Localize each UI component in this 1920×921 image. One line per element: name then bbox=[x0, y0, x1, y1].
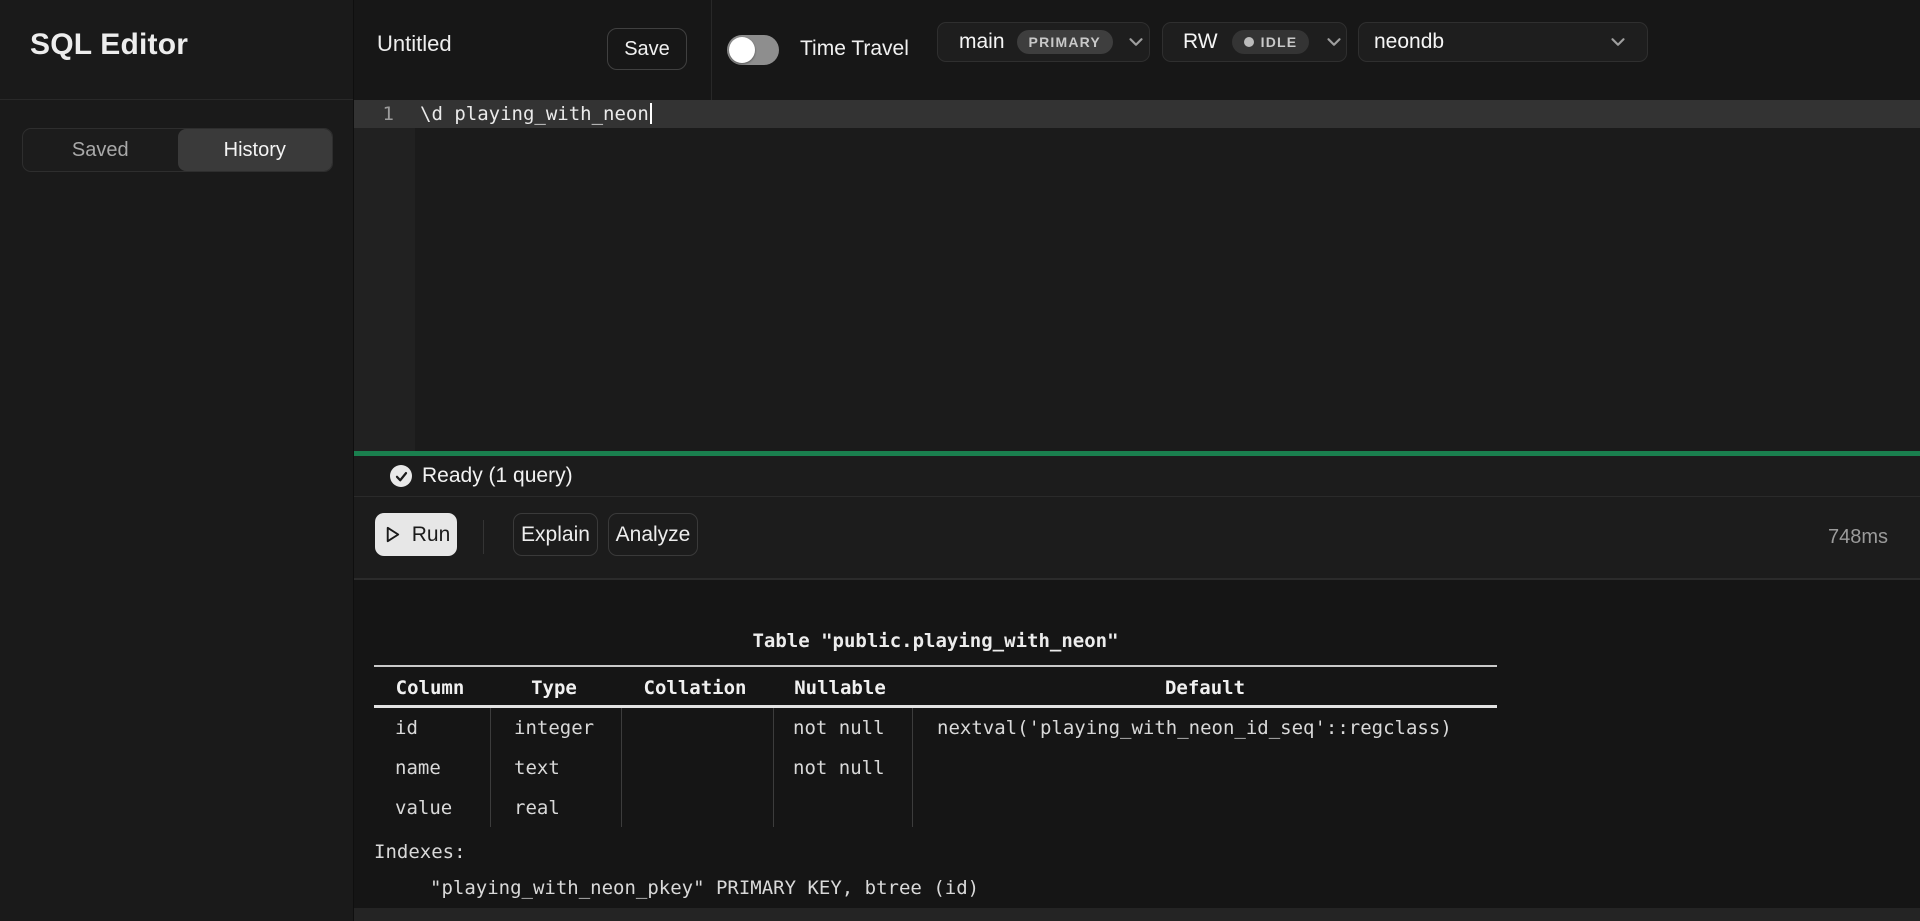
chevron-down-icon bbox=[1607, 31, 1629, 53]
analyze-button[interactable]: Analyze bbox=[608, 513, 698, 556]
time-travel-toggle[interactable] bbox=[727, 35, 779, 65]
table-row: value real bbox=[354, 788, 1497, 828]
cell-type: text bbox=[514, 748, 560, 788]
branch-name: main bbox=[959, 30, 1005, 54]
compute-status-badge: IDLE bbox=[1232, 30, 1310, 54]
indexes-label: Indexes: bbox=[374, 841, 466, 863]
page-title: SQL Editor bbox=[30, 28, 188, 62]
table-row: name text not null bbox=[354, 748, 1497, 788]
sidebar: SQL Editor Saved History bbox=[0, 0, 354, 921]
cell-type: real bbox=[514, 788, 560, 828]
run-button[interactable]: Run bbox=[375, 513, 457, 556]
saved-history-tab-group: Saved History bbox=[22, 128, 333, 172]
database-name: neondb bbox=[1374, 30, 1444, 54]
cell-column: name bbox=[395, 748, 441, 788]
cell-default: nextval('playing_with_neon_id_seq'::regc… bbox=[937, 708, 1452, 748]
run-label: Run bbox=[412, 523, 451, 547]
branch-primary-badge: PRIMARY bbox=[1017, 30, 1113, 54]
column-header-type: Type bbox=[531, 676, 577, 700]
database-selector[interactable]: neondb bbox=[1358, 22, 1648, 62]
compute-name: RW bbox=[1183, 30, 1218, 54]
compute-status-text: IDLE bbox=[1261, 34, 1298, 50]
column-header-nullable: Nullable bbox=[794, 676, 886, 700]
results-scrollbar-track[interactable] bbox=[354, 908, 1920, 921]
statusbar: Ready (1 query) bbox=[354, 456, 1920, 497]
results-panel: Table "public.playing_with_neon" Column … bbox=[354, 580, 1920, 921]
cell-nullable: not null bbox=[793, 748, 885, 788]
column-header-collation: Collation bbox=[644, 676, 747, 700]
toggle-knob bbox=[729, 37, 755, 63]
code-line[interactable]: \d playing_with_neon bbox=[420, 100, 652, 128]
status-message: Ready (1 query) bbox=[422, 456, 573, 496]
code-editor[interactable]: 1 \d playing_with_neon bbox=[354, 100, 1920, 451]
code-text: \d playing_with_neon bbox=[420, 103, 649, 125]
table-row: id integer not null nextval('playing_wit… bbox=[354, 708, 1497, 748]
tab-saved-label: Saved bbox=[72, 139, 129, 162]
query-duration: 748ms bbox=[1828, 497, 1888, 578]
cell-type: integer bbox=[514, 708, 594, 748]
check-circle-icon bbox=[390, 465, 412, 487]
line-number: 1 bbox=[354, 100, 394, 128]
index-definition: "playing_with_neon_pkey" PRIMARY KEY, bt… bbox=[430, 877, 979, 899]
table-rule-top bbox=[374, 665, 1497, 667]
column-header-column: Column bbox=[396, 676, 465, 700]
time-travel-label: Time Travel bbox=[800, 37, 909, 61]
cell-column: value bbox=[395, 788, 452, 828]
play-icon bbox=[382, 524, 403, 545]
chevron-down-icon bbox=[1323, 31, 1345, 53]
sidebar-header: SQL Editor bbox=[0, 0, 353, 100]
query-title: Untitled bbox=[377, 31, 452, 57]
tab-history-label: History bbox=[224, 139, 286, 162]
save-button[interactable]: Save bbox=[607, 28, 687, 70]
column-header-default: Default bbox=[1165, 676, 1245, 700]
cell-nullable: not null bbox=[793, 708, 885, 748]
tab-saved[interactable]: Saved bbox=[23, 129, 178, 171]
chevron-down-icon bbox=[1125, 31, 1147, 53]
explain-button[interactable]: Explain bbox=[513, 513, 598, 556]
tab-history[interactable]: History bbox=[178, 129, 333, 171]
editor-gutter bbox=[354, 100, 415, 451]
status-dot-icon bbox=[1244, 37, 1254, 47]
sql-editor-app: SQL Editor Saved History Untitled Save T… bbox=[0, 0, 1920, 921]
text-cursor bbox=[650, 103, 652, 124]
topbar: Untitled Save Time Travel main PRIMARY R… bbox=[354, 0, 1920, 100]
branch-selector[interactable]: main PRIMARY bbox=[937, 22, 1150, 62]
cell-column: id bbox=[395, 708, 418, 748]
toolbar-separator bbox=[483, 520, 484, 554]
compute-selector[interactable]: RW IDLE bbox=[1162, 22, 1347, 62]
result-table-title: Table "public.playing_with_neon" bbox=[374, 630, 1497, 652]
query-toolbar: Run Explain Analyze 748ms bbox=[354, 497, 1920, 580]
topbar-divider bbox=[711, 0, 712, 100]
